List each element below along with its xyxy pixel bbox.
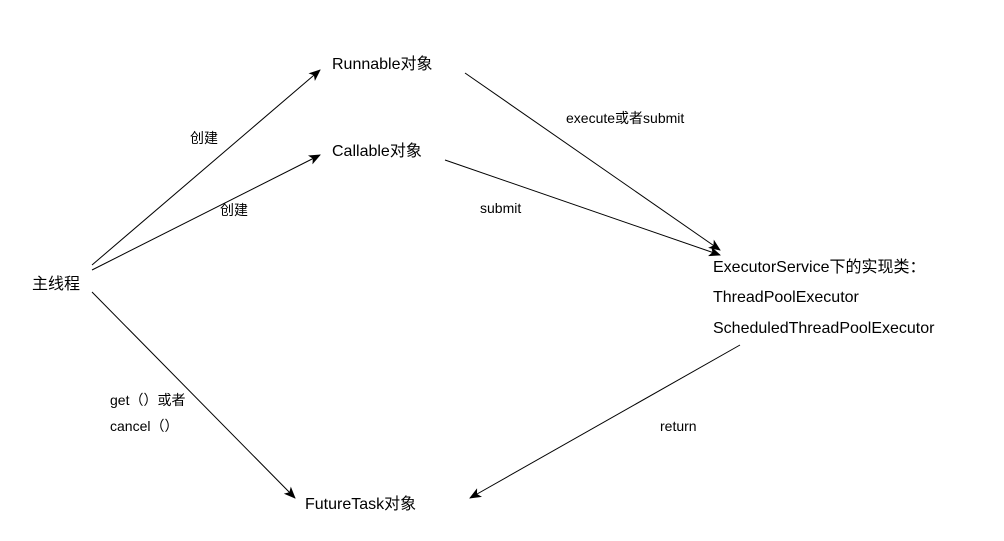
node-futuretask: FutureTask对象 <box>305 490 416 514</box>
label-submit: submit <box>480 200 521 216</box>
label-get: get（）或者 <box>110 390 185 410</box>
label-cancel: cancel（） <box>110 416 178 436</box>
node-runnable: Runnable对象 <box>332 50 433 74</box>
node-executor-service: ExecutorService下的实现类： ThreadPoolExecutor… <box>713 253 934 344</box>
executor-line2: ThreadPoolExecutor <box>713 283 934 313</box>
label-create-callable: 创建 <box>220 200 248 220</box>
label-execute-or-submit: execute或者submit <box>566 108 684 128</box>
executor-line3: ScheduledThreadPoolExecutor <box>713 314 934 344</box>
node-callable: Callable对象 <box>332 137 422 161</box>
node-main-thread: 主线程 <box>32 270 80 294</box>
label-create-runnable: 创建 <box>190 128 218 148</box>
executor-line1: ExecutorService下的实现类： <box>713 253 934 283</box>
label-return: return <box>660 418 697 434</box>
